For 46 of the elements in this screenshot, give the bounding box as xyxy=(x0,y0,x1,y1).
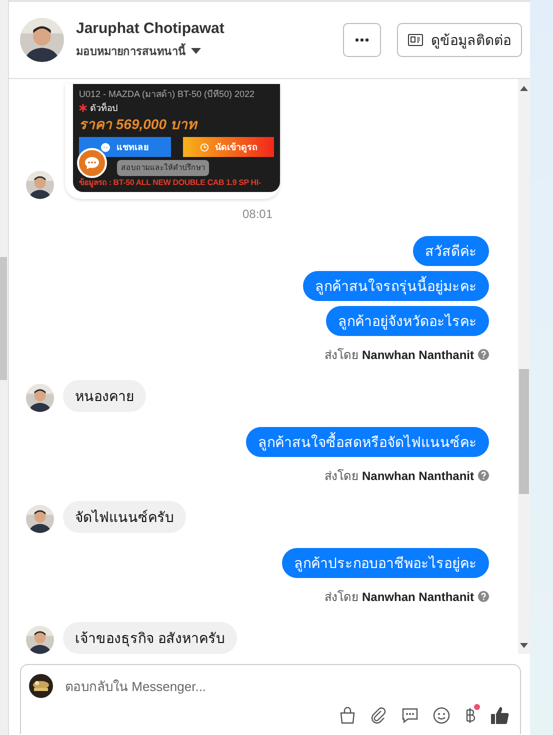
avatar-icon xyxy=(26,171,54,199)
thumbs-up-icon[interactable] xyxy=(490,706,510,725)
chat-bubble-icon xyxy=(84,156,100,170)
sent-message: ลูกค้าสนใจรถรุ่นนี้อยู่มะคะ xyxy=(303,271,489,301)
asterisk-icon xyxy=(79,104,87,112)
info-icon[interactable] xyxy=(478,349,489,360)
book-visit-button: นัดเข้าดูรถ xyxy=(182,137,274,157)
scrollbar-thumb[interactable] xyxy=(0,257,7,380)
id-card-icon xyxy=(408,34,423,46)
sent-message: สวัสดีค่ะ xyxy=(413,236,489,266)
received-message: เจ้าของธุรกิจ อสังหาครับ xyxy=(63,622,237,654)
sent-message: ลูกค้าอยู่จังหวัดอะไรคะ xyxy=(326,306,489,336)
listing-details: ข้อมูลรถ : BT-50 ALL NEW DOUBLE CAB 1.9 SP HI- xyxy=(79,177,262,189)
sent-by-label: ส่งโดย Nanwhan Nanthanit xyxy=(324,347,474,364)
avatar-icon xyxy=(26,626,54,654)
avatar-icon xyxy=(26,384,54,412)
sent-message: ลูกค้าสนใจซื้อสดหรือจัดไฟแนนซ์คะ xyxy=(246,427,489,457)
sent-message: ลูกค้าประกอบอาชีพอะไรอยู่คะ xyxy=(282,548,489,578)
assign-conversation-label[interactable]: มอบหมายการสนทนานี้ xyxy=(76,42,186,60)
baht-icon[interactable] xyxy=(464,707,476,724)
info-icon[interactable] xyxy=(478,470,489,481)
attachment-icon[interactable] xyxy=(370,707,387,724)
sent-by-label: ส่งโดย Nanwhan Nanthanit xyxy=(324,589,474,606)
received-message: หนองคาย xyxy=(63,380,146,412)
avatar-icon xyxy=(26,505,54,533)
view-contact-button[interactable]: ดูข้อมูลติดต่อ xyxy=(397,23,522,57)
scroll-down-icon[interactable] xyxy=(520,643,528,648)
chat-icon[interactable] xyxy=(401,707,419,724)
avatar-icon xyxy=(20,18,64,62)
contact-name: Jaruphat Chotipawat xyxy=(76,20,226,37)
scroll-up-icon[interactable] xyxy=(520,86,528,91)
listing-price: ราคา 569,000 บาท xyxy=(79,116,199,133)
sent-by-label: ส่งโดย Nanwhan Nanthanit xyxy=(324,468,474,485)
bag-icon[interactable] xyxy=(339,707,356,724)
listing-title: U012 - MAZDA (มาสด้า) BT-50 (บีที50) 2022 xyxy=(79,88,256,100)
scrollbar-thumb[interactable] xyxy=(519,369,529,494)
listing-tag: ตัวท็อป xyxy=(90,102,118,114)
clock-icon xyxy=(200,142,209,152)
timestamp: 08:01 xyxy=(242,207,273,221)
emoji-icon[interactable] xyxy=(433,707,450,724)
caret-icon[interactable] xyxy=(191,48,201,54)
chat-now-button: แชทเลย xyxy=(79,137,170,157)
chat-icon xyxy=(101,142,110,152)
received-message: จัดไฟแนนซ์ครับ xyxy=(63,501,186,533)
more-icon xyxy=(355,38,369,42)
info-icon[interactable] xyxy=(478,591,489,602)
